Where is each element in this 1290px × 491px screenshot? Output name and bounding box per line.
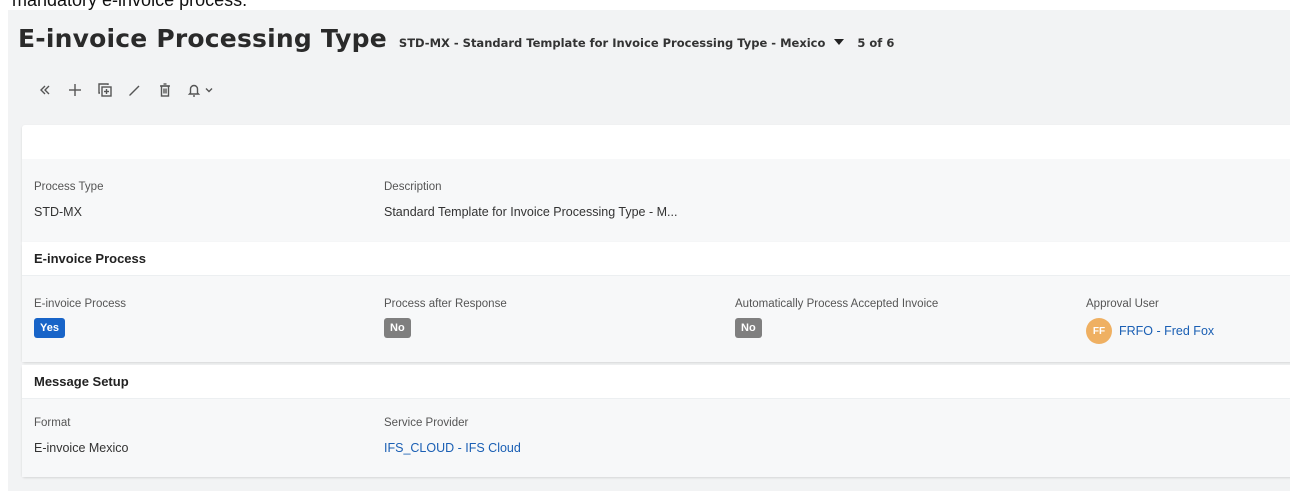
- caret-down-icon[interactable]: [834, 39, 845, 45]
- record-counter: 5 of 6: [857, 36, 895, 50]
- record-selector[interactable]: STD-MX - Standard Template for Invoice P…: [399, 36, 845, 50]
- einvoice-process-badge: Yes: [34, 318, 65, 338]
- toolbar: [30, 76, 214, 104]
- description-value: Standard Template for Invoice Processing…: [384, 205, 678, 219]
- description-field: Description Standard Template for Invoic…: [384, 181, 677, 219]
- description-label: Description: [384, 181, 442, 193]
- notifications-button[interactable]: [180, 76, 214, 104]
- einvoice-process-header: E-invoice Process: [22, 242, 1290, 276]
- message-setup-header: Message Setup: [22, 365, 1290, 399]
- auto-process-badge: No: [735, 318, 762, 338]
- page-title: E-invoice Processing Type: [18, 24, 387, 53]
- approval-user-link[interactable]: FF FRFO - Fred Fox: [1086, 318, 1214, 344]
- bell-icon: [187, 84, 201, 97]
- process-after-response-label: Process after Response: [384, 298, 507, 310]
- format-value: E-invoice Mexico: [34, 441, 129, 455]
- duplicate-icon: [98, 83, 112, 97]
- general-card: Process Type STD-MX Description Standard…: [22, 125, 1290, 243]
- edit-button[interactable]: [120, 76, 150, 104]
- new-button[interactable]: [60, 76, 90, 104]
- format-field: Format E-invoice Mexico: [34, 417, 128, 455]
- main-content: E-invoice Processing Type STD-MX - Stand…: [8, 10, 1290, 491]
- pencil-icon: [129, 85, 140, 96]
- delete-button[interactable]: [150, 76, 180, 104]
- plus-icon: [69, 84, 81, 96]
- trash-icon: [160, 83, 170, 97]
- double-chevron-left-icon: [40, 85, 50, 95]
- process-after-response-field: Process after Response No: [384, 298, 507, 338]
- duplicate-button[interactable]: [90, 76, 120, 104]
- einvoice-process-label: E-invoice Process: [34, 298, 127, 310]
- back-button[interactable]: [30, 76, 60, 104]
- service-provider-field: Service Provider IFS_CLOUD - IFS Cloud: [384, 417, 521, 455]
- format-label: Format: [34, 417, 71, 429]
- chevron-down-icon: [205, 88, 213, 93]
- einvoice-process-field: E-invoice Process Yes: [34, 298, 126, 338]
- message-setup-card-body: [22, 399, 1290, 477]
- process-type-value: STD-MX: [34, 205, 82, 219]
- auto-process-field: Automatically Process Accepted Invoice N…: [735, 298, 938, 338]
- service-provider-label: Service Provider: [384, 417, 469, 429]
- record-selector-label: STD-MX - Standard Template for Invoice P…: [398, 36, 826, 50]
- einvoice-process-card: E-invoice Process E-invoice Process Yes …: [22, 242, 1290, 362]
- approval-user-field: Approval User FF FRFO - Fred Fox: [1086, 298, 1214, 344]
- page-header: E-invoice Processing Type STD-MX - Stand…: [18, 24, 894, 53]
- message-setup-card: Message Setup Format E-invoice Mexico Se…: [22, 365, 1290, 477]
- auto-process-label: Automatically Process Accepted Invoice: [735, 298, 939, 310]
- process-type-label: Process Type: [34, 181, 104, 193]
- service-provider-link[interactable]: IFS_CLOUD - IFS Cloud: [384, 441, 521, 455]
- process-type-field: Process Type STD-MX: [34, 181, 103, 219]
- approval-user-label: Approval User: [1086, 298, 1159, 310]
- process-after-response-badge: No: [384, 318, 411, 338]
- avatar: FF: [1086, 318, 1112, 344]
- approval-user-name[interactable]: FRFO - Fred Fox: [1119, 324, 1214, 338]
